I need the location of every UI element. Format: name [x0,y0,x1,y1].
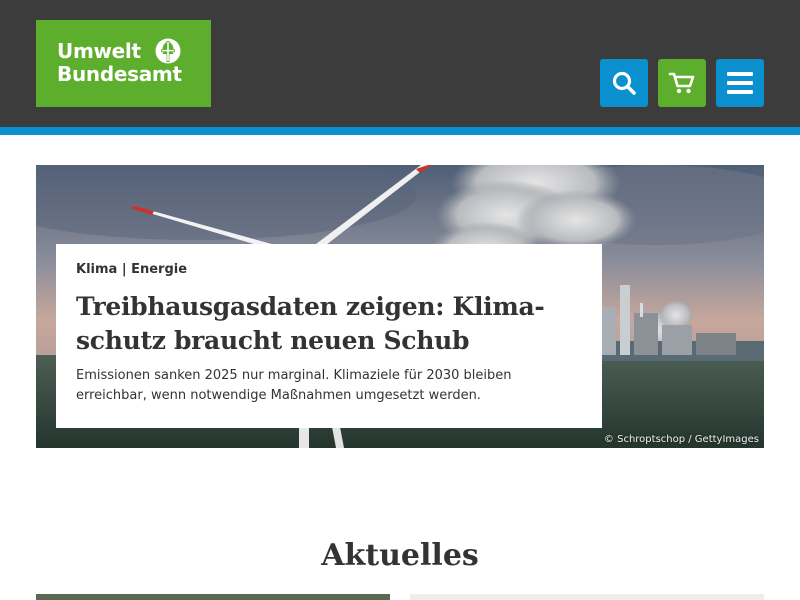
news-card-image[interactable] [410,594,764,600]
site-header: Umwelt Bundesamt [0,0,800,127]
teaser-category: Klima | Energie [76,262,188,277]
cart-icon [668,72,695,94]
teaser-title-link[interactable]: Treibhausgasdaten zeigen: Klima­schutz b… [76,290,582,358]
teaser-summary: Emissionen sanken 2025 nur marginal. Kli… [76,368,512,403]
menu-button[interactable] [716,59,764,107]
header-accent-rule [0,127,800,135]
section-heading-aktuelles: Aktuelles [321,538,479,573]
logo-text-line-1: Umwelt [57,39,141,63]
hamburger-icon [727,72,753,94]
cart-button[interactable] [658,59,706,107]
search-icon [612,71,636,95]
news-card-image[interactable] [36,594,390,600]
logo-text-line-2: Bundesamt [57,62,182,86]
logo-mark-icon [155,38,181,64]
image-credit: © Schroptschop / GettyImages [603,434,759,445]
teaser-card[interactable]: Klima | Energie Treibhausgasdaten zeigen… [56,244,602,428]
search-button[interactable] [600,59,648,107]
hero-teaser[interactable]: Klima | Energie Treibhausgasdaten zeigen… [36,165,764,448]
uba-logo[interactable]: Umwelt Bundesamt [36,20,211,107]
